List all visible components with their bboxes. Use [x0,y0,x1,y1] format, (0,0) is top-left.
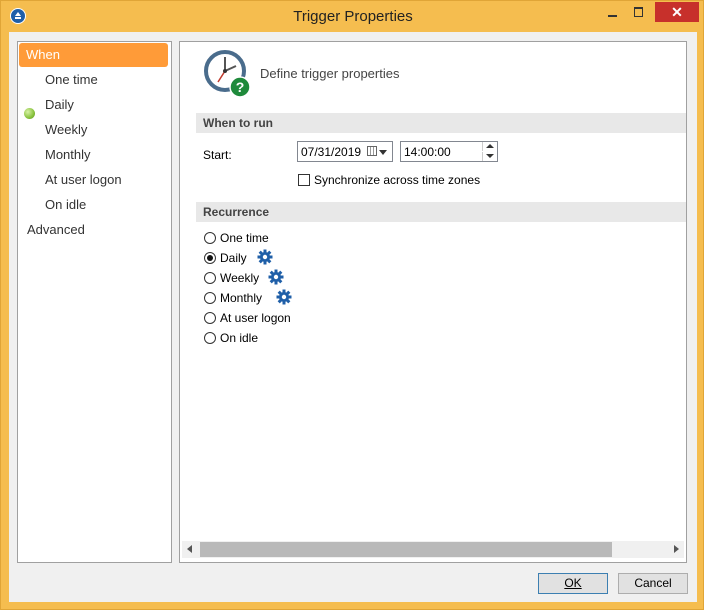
cancel-button-label: Cancel [634,576,672,590]
radio-one-time[interactable] [204,232,216,244]
section-recurrence: Recurrence [196,202,686,222]
radio-daily[interactable] [204,252,216,264]
radio-on-idle[interactable] [204,332,216,344]
scrollbar-thumb[interactable] [200,542,612,557]
nav-item-monthly[interactable]: Monthly [45,143,91,167]
radio-monthly[interactable] [204,292,216,304]
radio-label-monthly[interactable]: Monthly [220,291,262,305]
nav-item-daily[interactable]: Daily [45,93,74,117]
radio-label-at-user-logon[interactable]: At user logon [220,311,291,325]
monthly-settings-gear-icon[interactable] [276,289,292,305]
calendar-icon[interactable] [367,146,377,156]
title-bar[interactable]: Trigger Properties ✕ [1,1,704,32]
nav-item-at-user-logon[interactable]: At user logon [45,168,122,192]
cancel-button[interactable]: Cancel [618,573,688,594]
start-date-picker[interactable]: 07/31/2019 [297,141,393,162]
scroll-left-arrow-icon[interactable] [187,545,192,553]
dialog-client-area: When One time Daily Weekly Monthly At us… [9,32,697,602]
clock-question-icon: ? [204,50,251,97]
nav-item-on-idle[interactable]: On idle [45,193,86,217]
nav-item-one-time[interactable]: One time [45,68,98,92]
start-date-value: 07/31/2019 [301,145,362,159]
radio-weekly[interactable] [204,272,216,284]
close-button[interactable]: ✕ [655,2,699,22]
navigation-list: When One time Daily Weekly Monthly At us… [17,41,172,563]
maximize-button[interactable] [625,2,651,22]
panel-heading: Define trigger properties [260,66,400,81]
weekly-settings-gear-icon[interactable] [268,269,284,285]
horizontal-scrollbar[interactable] [182,541,684,558]
time-spin-down-button[interactable] [482,152,497,161]
section-when-to-run: When to run [196,113,686,133]
minimize-button[interactable] [599,2,625,22]
nav-item-when[interactable]: When [19,43,168,67]
sync-time-zones-checkbox[interactable] [298,174,310,186]
radio-label-on-idle[interactable]: On idle [220,331,258,345]
radio-label-one-time[interactable]: One time [220,231,269,245]
ok-button[interactable]: OK [538,573,608,594]
nav-item-advanced[interactable]: Advanced [27,218,85,242]
radio-label-weekly[interactable]: Weekly [220,271,259,285]
chevron-down-icon[interactable] [379,150,387,155]
dialog-window: Trigger Properties ✕ When One time Daily… [0,0,704,610]
scroll-right-arrow-icon[interactable] [674,545,679,553]
sync-time-zones-label[interactable]: Synchronize across time zones [314,173,480,187]
nav-item-weekly[interactable]: Weekly [45,118,87,142]
start-time-input[interactable]: 14:00:00 [400,141,498,162]
start-label: Start: [203,148,232,162]
active-trigger-dot-icon [24,108,35,119]
radio-at-user-logon[interactable] [204,312,216,324]
daily-settings-gear-icon[interactable] [257,249,273,265]
radio-label-daily[interactable]: Daily [220,251,247,265]
properties-panel: ? Define trigger properties When to run … [179,41,687,563]
start-time-value: 14:00:00 [404,145,451,159]
time-spin-up-button[interactable] [482,142,497,151]
svg-text:?: ? [236,79,245,95]
ok-button-label: OK [564,576,582,590]
